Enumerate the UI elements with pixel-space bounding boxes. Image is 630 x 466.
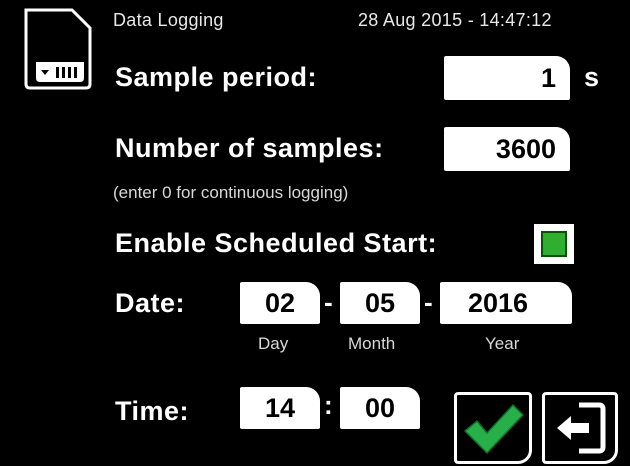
num-samples-label: Number of samples: [115,133,384,163]
scheduled-start-label: Enable Scheduled Start: [115,228,438,258]
num-samples-hint: (enter 0 for continuous logging) [113,183,349,202]
time-hour-field[interactable]: 14 [240,387,320,429]
scheduled-start-checkbox[interactable] [534,224,574,264]
time-hour-value: 14 [264,392,296,423]
date-month-value: 05 [364,287,396,318]
sample-period-field[interactable]: 1 [444,56,570,100]
date-year-value: 2016 [468,287,529,318]
time-minute-value: 00 [364,392,396,423]
date-separator-2: - [424,287,433,317]
time-separator: : [324,390,333,420]
day-caption: Day [258,334,289,353]
date-label: Date: [115,288,186,318]
month-caption: Month [348,334,396,353]
confirm-button[interactable] [454,392,532,464]
sample-period-value: 1 [540,62,556,93]
exit-icon [557,402,606,454]
date-day-value: 02 [264,287,296,318]
exit-button[interactable] [542,392,618,464]
checkbox-fill [541,231,567,257]
time-label: Time: [115,396,190,426]
sample-period-unit: s [584,62,600,92]
time-minute-field[interactable]: 00 [340,387,420,429]
sample-period-label: Sample period: [115,62,318,92]
sd-card-icon-button[interactable] [22,6,94,92]
date-day-field[interactable]: 02 [240,282,320,324]
date-separator-1: - [324,287,333,317]
date-year-field[interactable]: 2016 [440,282,572,324]
checkmark-icon [464,404,524,454]
sd-card-icon [24,8,92,90]
header-datetime: 28 Aug 2015 - 14:47:12 [358,10,552,30]
year-caption: Year [485,334,520,353]
date-month-field[interactable]: 05 [340,282,420,324]
num-samples-value: 3600 [495,133,556,164]
num-samples-field[interactable]: 3600 [444,127,570,171]
screen-title: Data Logging [113,10,224,30]
